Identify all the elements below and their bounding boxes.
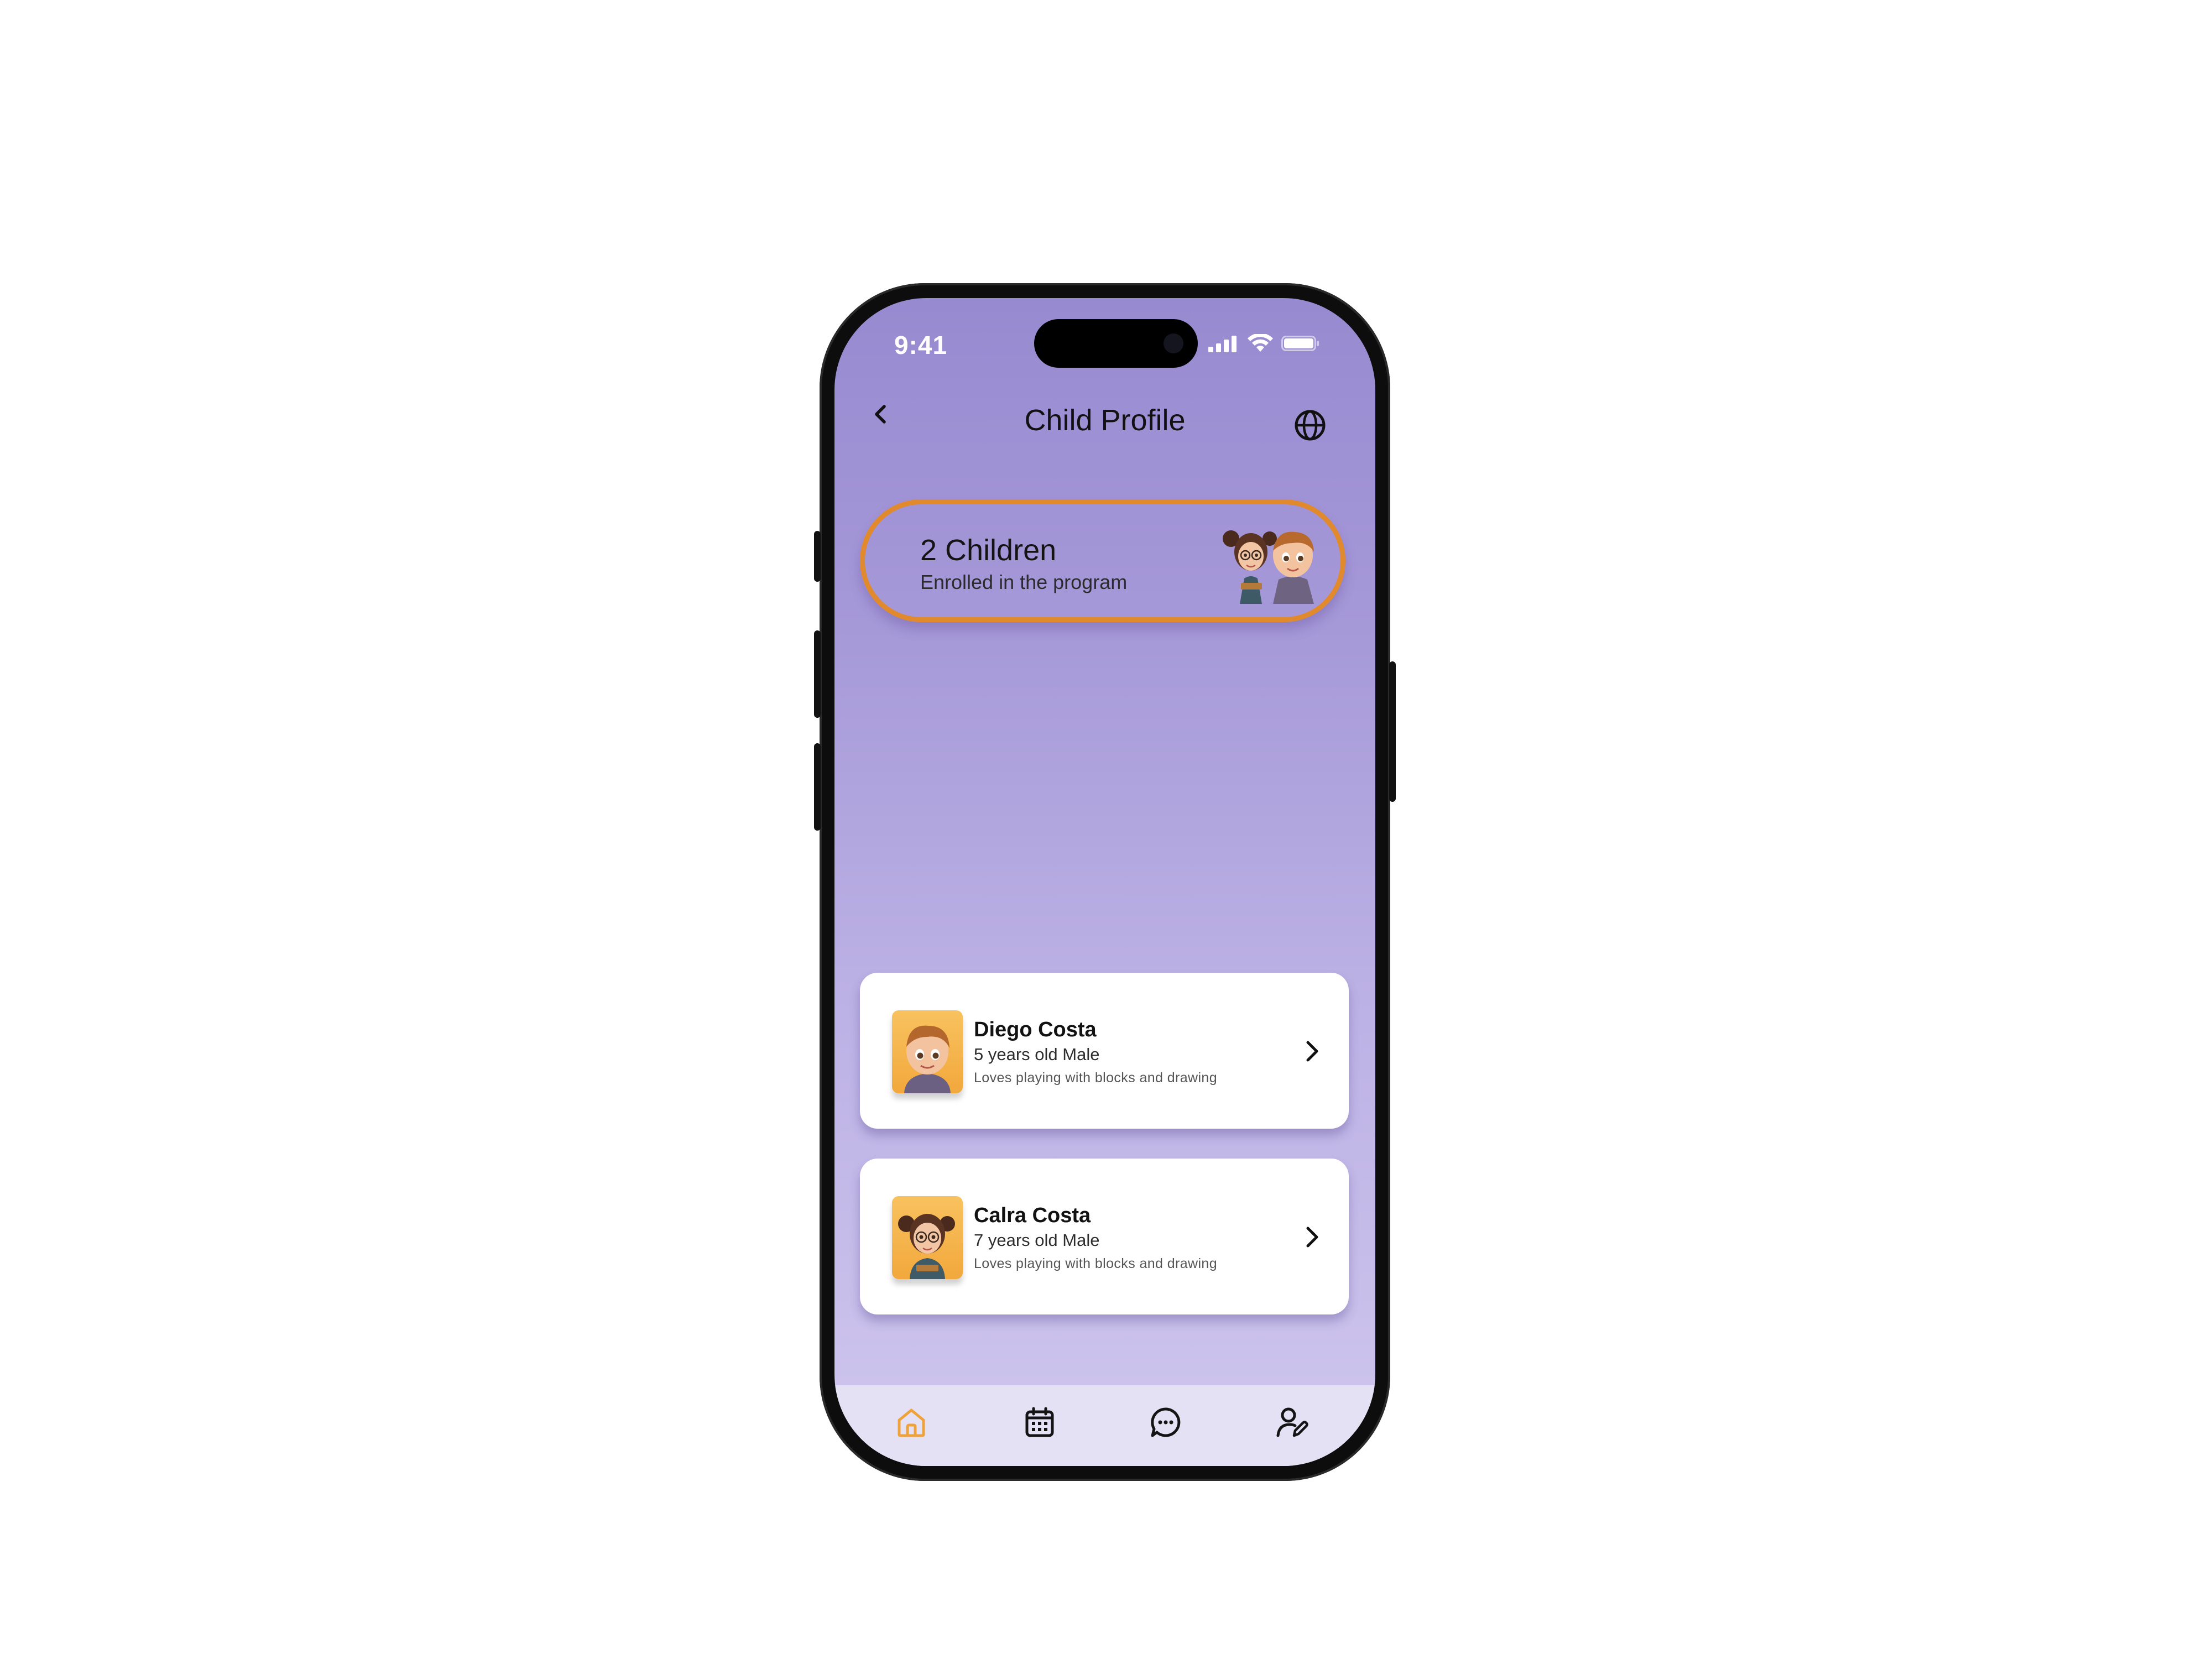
tab-profile[interactable] <box>1267 1397 1317 1447</box>
tab-calendar[interactable] <box>1015 1397 1065 1447</box>
enrollment-subtitle: Enrolled in the program <box>920 571 1128 593</box>
chevron-right-icon <box>1306 1227 1318 1248</box>
status-icons <box>1208 332 1320 354</box>
power-button <box>1389 661 1396 802</box>
wifi-icon <box>1248 334 1273 352</box>
child-avatar-boy <box>892 1010 963 1093</box>
children-count: 2 Children <box>920 534 1057 567</box>
dynamic-island <box>1034 319 1198 368</box>
profile-edit-icon <box>1276 1407 1308 1437</box>
language-button[interactable] <box>1287 402 1333 448</box>
home-icon <box>898 1408 925 1437</box>
battery-icon <box>1281 336 1319 351</box>
child-card-calra[interactable]: Calra Costa 7 years old Male Loves playi… <box>860 1159 1349 1314</box>
boy-avatar <box>904 1025 951 1093</box>
tab-chat[interactable] <box>1141 1397 1191 1447</box>
child-name: Diego Costa <box>974 1018 1097 1041</box>
chat-icon <box>1151 1407 1181 1437</box>
chevron-right-icon <box>1306 1041 1318 1062</box>
phone-frame: 9:41 Child Profile 2 Children Enrolled i… <box>814 283 1396 1481</box>
child-age-gender: 7 years old Male <box>974 1230 1100 1250</box>
front-camera <box>1164 333 1183 353</box>
child-description: Loves playing with blocks and drawing <box>974 1070 1218 1086</box>
tab-home[interactable] <box>886 1397 936 1447</box>
signal-icon <box>1208 336 1237 352</box>
child-name: Calra Costa <box>974 1204 1091 1227</box>
child-age-gender: 5 years old Male <box>974 1045 1100 1064</box>
globe-icon <box>1295 410 1326 441</box>
calendar-icon <box>1025 1407 1054 1437</box>
action-button <box>814 531 821 582</box>
status-time: 9:41 <box>894 331 948 359</box>
app-screen: 9:41 Child Profile 2 Children Enrolled i… <box>834 298 1375 1466</box>
child-card-diego[interactable]: Diego Costa 5 years old Male Loves playi… <box>860 973 1349 1129</box>
canvas: 9:41 Child Profile 2 Children Enrolled i… <box>0 0 2212 1659</box>
child-description: Loves playing with blocks and drawing <box>974 1256 1218 1271</box>
girl-avatar <box>898 1214 955 1279</box>
children-illustration <box>1223 530 1314 604</box>
child-avatar-girl <box>892 1196 963 1279</box>
volume-down-button <box>814 743 821 831</box>
bottom-tab-bar <box>834 1385 1375 1466</box>
volume-up-button <box>814 630 821 718</box>
enrollment-summary: 2 Children Enrolled in the program <box>860 499 1345 622</box>
